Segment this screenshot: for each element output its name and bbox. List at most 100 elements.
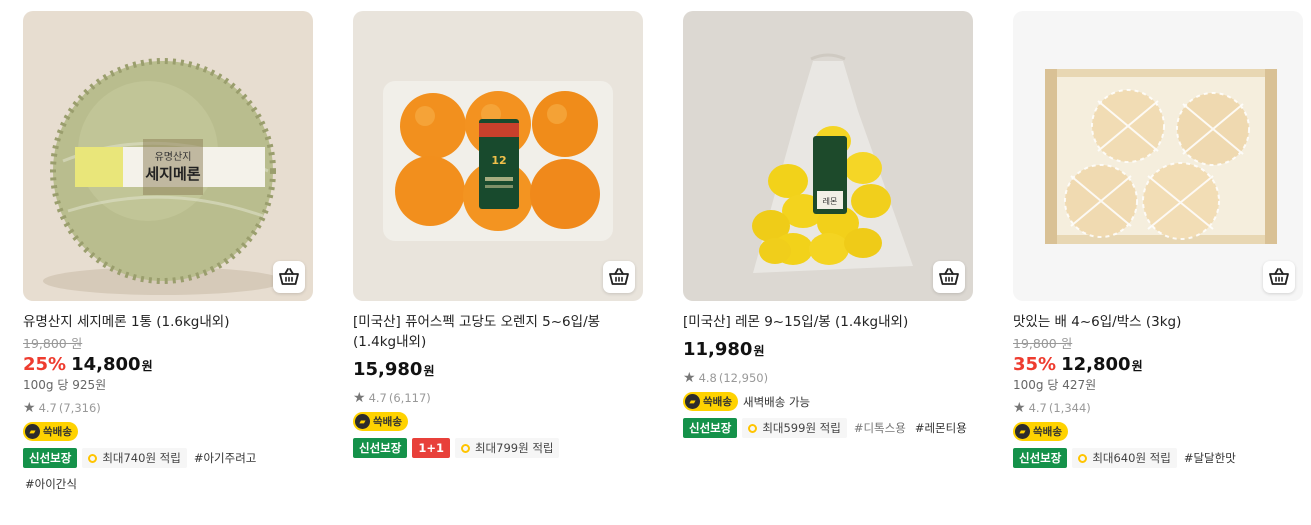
star-icon: ★ (683, 370, 696, 386)
star-icon: ★ (1013, 400, 1026, 416)
original-price: 19,800 원 (1013, 336, 1073, 351)
ssg-delivery-label: 쓱배송 (1033, 426, 1062, 438)
review-count: (7,316) (58, 401, 101, 415)
hashtag[interactable]: #디톡스용 (852, 418, 908, 438)
coin-icon (748, 423, 758, 433)
rating[interactable]: ★ 4.7 (7,316) (23, 400, 313, 416)
fresh-guarantee-tag: 신선보장 (683, 418, 738, 438)
one-plus-one-tag: 1+1 (412, 438, 450, 458)
lemon-image: 레몬 (683, 11, 973, 301)
point-label: 최대640원 적립 (1092, 451, 1171, 465)
review-count: (1,344) (1048, 401, 1091, 415)
sale-price: 15,980 (353, 359, 423, 380)
rating-value: 4.7 (1028, 401, 1047, 415)
svg-text:유명산지: 유명산지 (155, 151, 192, 163)
product-title[interactable]: 맛있는 배 4~6입/박스 (3kg) (1013, 312, 1303, 332)
sale-price: 12,800 (1061, 354, 1131, 375)
product-card[interactable]: 유명산지 세지메론 유명산지 세지메론 1통 (1.6kg내외) 19,800 … (23, 11, 313, 494)
ssg-delivery-label: 쓱배송 (703, 396, 732, 408)
rating[interactable]: ★ 4.7 (6,117) (353, 390, 643, 406)
star-icon: ★ (353, 390, 366, 406)
fresh-guarantee-tag: 신선보장 (353, 438, 408, 458)
svg-text:세지메론: 세지메론 (145, 165, 200, 183)
review-count: (12,950) (718, 371, 769, 385)
basket-icon (939, 268, 959, 285)
unit-price: 100g 당 925원 (23, 378, 107, 392)
product-image[interactable]: 유명산지 세지메론 (23, 11, 313, 301)
ssg-delivery-badge: ▰ 쓱배송 (683, 392, 738, 411)
delivery-info: ▰ 쓱배송 (353, 412, 643, 431)
tag-list: 신선보장 최대599원 적립 #디톡스용 #레몬티용 (683, 418, 973, 438)
add-to-cart-button[interactable] (933, 261, 965, 293)
original-price: 19,800 원 (23, 336, 83, 351)
truck-icon: ▰ (25, 424, 40, 439)
product-image[interactable]: 레몬 (683, 11, 973, 301)
svg-text:레몬: 레몬 (823, 197, 838, 206)
dawn-delivery-note: 새벽배송 가능 (742, 394, 811, 409)
currency: 원 (423, 364, 435, 378)
ssg-delivery-badge: ▰ 쓱배송 (353, 412, 408, 431)
rating-value: 4.7 (38, 401, 57, 415)
price-row: 11,980 원 (683, 338, 973, 363)
currency: 원 (141, 359, 153, 373)
currency: 원 (1131, 359, 1143, 373)
product-card[interactable]: 맛있는 배 4~6입/박스 (3kg) 19,800 원 35% 12,800 … (1013, 11, 1303, 468)
product-title[interactable]: 유명산지 세지메론 1통 (1.6kg내외) (23, 312, 313, 332)
truck-icon: ▰ (355, 414, 370, 429)
coin-icon (1078, 453, 1088, 463)
hashtag[interactable]: #레몬티용 (913, 418, 969, 438)
product-image[interactable]: 12 (353, 11, 643, 301)
point-tag: 최대799원 적립 (454, 438, 560, 458)
coin-icon (88, 453, 98, 463)
review-count: (6,117) (388, 391, 431, 405)
add-to-cart-button[interactable] (273, 261, 305, 293)
discount-rate: 35% (1013, 354, 1057, 375)
hashtag[interactable]: #아이간식 (23, 474, 79, 494)
product-card[interactable]: 레몬 [미국산] 레몬 9~15입/봉 (1.4kg내외) 11,980 원 ★… (683, 11, 973, 438)
basket-icon (1269, 268, 1289, 285)
tag-list: 신선보장 1+1 최대799원 적립 (353, 438, 643, 458)
add-to-cart-button[interactable] (1263, 261, 1295, 293)
discount-rate: 25% (23, 354, 67, 375)
delivery-info: ▰ 쓱배송 (23, 422, 313, 441)
hashtag[interactable]: #아기주려고 (192, 448, 259, 468)
fresh-guarantee-tag: 신선보장 (1013, 448, 1068, 468)
hashtag[interactable]: #달달한맛 (1182, 448, 1238, 468)
price-row: 25% 14,800 원 (23, 353, 313, 378)
pear-image (1013, 11, 1303, 301)
price-row: 35% 12,800 원 (1013, 353, 1303, 378)
truck-icon: ▰ (1015, 424, 1030, 439)
product-title[interactable]: [미국산] 레몬 9~15입/봉 (1.4kg내외) (683, 312, 973, 332)
add-to-cart-button[interactable] (603, 261, 635, 293)
rating-value: 4.7 (368, 391, 387, 405)
ssg-delivery-badge: ▰ 쓱배송 (1013, 422, 1068, 441)
melon-image: 유명산지 세지메론 (23, 11, 313, 301)
star-icon: ★ (23, 400, 36, 416)
basket-icon (279, 268, 299, 285)
product-card[interactable]: 12 [미국산] 퓨어스펙 고당도 오렌지 5~6입/봉 (1.4kg내외) 1… (353, 11, 643, 458)
rating[interactable]: ★ 4.7 (1,344) (1013, 400, 1303, 416)
product-image[interactable] (1013, 11, 1303, 301)
truck-icon: ▰ (685, 394, 700, 409)
point-label: 최대799원 적립 (474, 441, 554, 455)
tag-list: 신선보장 최대640원 적립 #달달한맛 (1013, 448, 1303, 468)
ssg-delivery-label: 쓱배송 (43, 426, 72, 438)
point-tag: 최대640원 적립 (1072, 448, 1177, 468)
basket-icon (609, 268, 629, 285)
rating[interactable]: ★ 4.8 (12,950) (683, 370, 973, 386)
price-row: 15,980 원 (353, 358, 643, 383)
point-label: 최대599원 적립 (762, 421, 841, 435)
product-grid: 유명산지 세지메론 유명산지 세지메론 1통 (1.6kg내외) 19,800 … (0, 0, 1311, 525)
point-tag: 최대740원 적립 (82, 448, 187, 468)
currency: 원 (753, 344, 765, 358)
delivery-info: ▰ 쓱배송 새벽배송 가능 (683, 392, 973, 411)
fresh-guarantee-tag: 신선보장 (23, 448, 78, 468)
sale-price: 11,980 (683, 339, 753, 360)
product-title[interactable]: [미국산] 퓨어스펙 고당도 오렌지 5~6입/봉 (1.4kg내외) (353, 312, 643, 352)
svg-text:12: 12 (491, 154, 506, 167)
delivery-info: ▰ 쓱배송 (1013, 422, 1303, 441)
sale-price: 14,800 (71, 354, 141, 375)
orange-image: 12 (353, 11, 643, 301)
rating-value: 4.8 (698, 371, 717, 385)
point-tag: 최대599원 적립 (742, 418, 847, 438)
